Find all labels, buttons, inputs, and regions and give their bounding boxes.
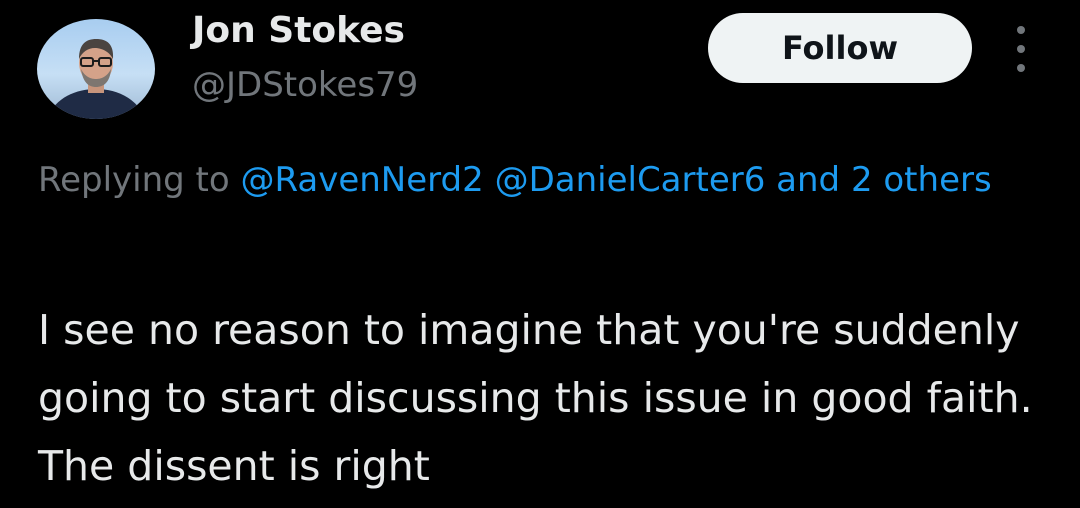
mention-link[interactable]: @DanielCarter6 (495, 160, 766, 200)
replying-to-label: Replying to (38, 160, 230, 200)
more-dot (1017, 45, 1025, 53)
more-vertical-icon[interactable] (1006, 26, 1036, 72)
follow-button-label: Follow (781, 29, 899, 67)
profile-photo (47, 39, 145, 119)
and-others-link[interactable]: and 2 others (776, 160, 992, 200)
tweet: Jon Stokes @JDStokes79 Follow Replying t… (0, 0, 1080, 508)
tweet-text: I see no reason to imagine that you're s… (38, 306, 1059, 490)
more-dot (1017, 26, 1025, 34)
replying-to-line: Replying to @RavenNerd2 @DanielCarter6 a… (38, 152, 1048, 208)
author-handle[interactable]: @JDStokes79 (192, 60, 418, 110)
author-display-name[interactable]: Jon Stokes (192, 6, 405, 56)
mention-link[interactable]: @RavenNerd2 (241, 160, 484, 200)
follow-button[interactable]: Follow (708, 13, 972, 83)
avatar[interactable] (37, 19, 155, 119)
more-dot (1017, 64, 1025, 72)
